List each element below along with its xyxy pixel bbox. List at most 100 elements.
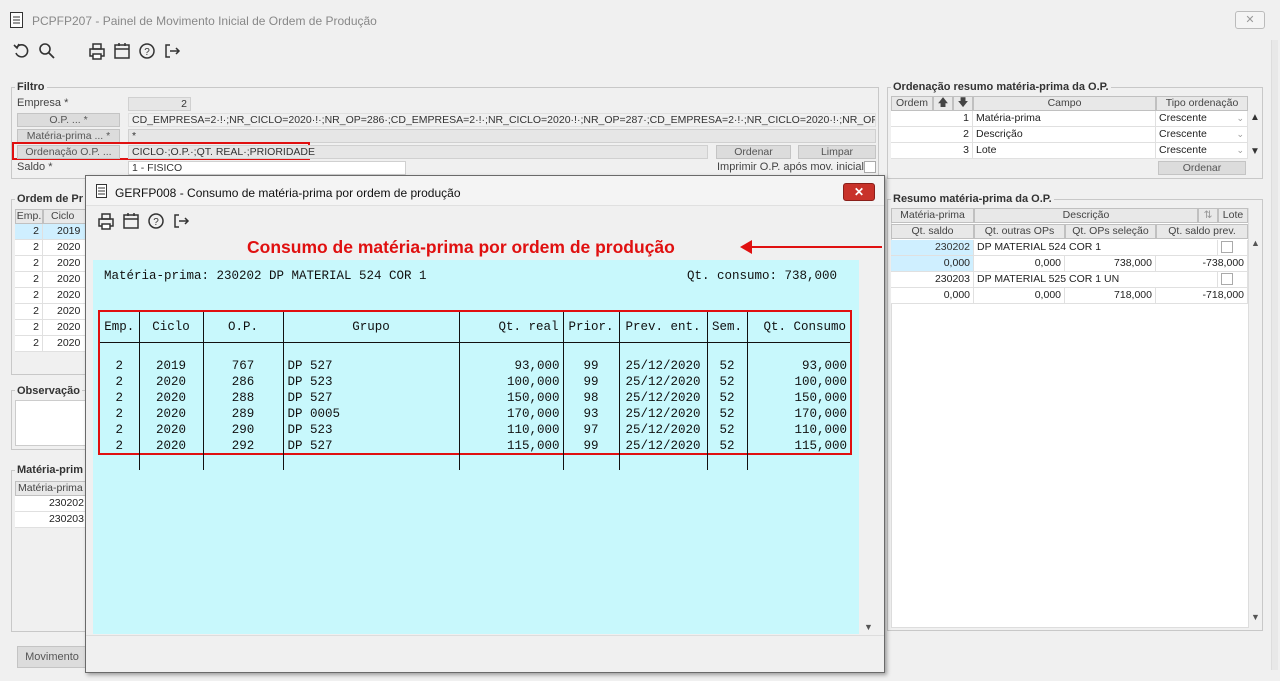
- table-row[interactable]: 2 2020 286 DP 523 100,000 99 25/12/2020 52 100,0…: [100, 374, 850, 390]
- op-grid-cell-emp: 2: [15, 320, 43, 336]
- scroll-up-icon[interactable]: ▲: [1250, 112, 1260, 123]
- resumo-header-outras[interactable]: Qt. outras OPs: [974, 224, 1065, 239]
- resumo-header-mp[interactable]: Matéria-prima: [891, 208, 974, 223]
- mp-left-row[interactable]: 230203: [15, 512, 87, 528]
- table-row[interactable]: 230203 DP MATERIAL 525 COR 1 UN: [891, 272, 1248, 288]
- resumo-header-lote[interactable]: Lote: [1218, 208, 1248, 223]
- window-title: PCPFP207 - Painel de Movimento Inicial d…: [32, 14, 377, 28]
- ord-resumo-header-ordem[interactable]: Ordem: [891, 96, 933, 111]
- chevron-down-icon[interactable]: ▼: [864, 622, 873, 632]
- table-row[interactable]: 230202 DP MATERIAL 524 COR 1: [891, 240, 1248, 256]
- refresh-icon[interactable]: [12, 41, 32, 61]
- movimento-button[interactable]: Movimento: [17, 646, 87, 668]
- window-scrollbar[interactable]: [1271, 40, 1278, 670]
- scroll-down-icon[interactable]: ▼: [1250, 146, 1260, 157]
- ord-resumo-ordenar-button[interactable]: Ordenar: [1158, 161, 1246, 175]
- imprimir-checkbox[interactable]: [864, 161, 876, 173]
- report-header-cell[interactable]: Ciclo: [139, 312, 204, 343]
- mp-left-header[interactable]: Matéria-prima: [15, 481, 87, 496]
- spacer-cell: [139, 342, 204, 358]
- report-header-cell[interactable]: Sem.: [707, 312, 748, 343]
- spacer-cell: [203, 342, 284, 358]
- spacer-cell: [459, 454, 564, 470]
- ordenar-button[interactable]: Ordenar: [716, 145, 791, 159]
- op-grid-cell-ciclo: 2020: [43, 272, 87, 288]
- report-header-cell[interactable]: Prior.: [563, 312, 620, 343]
- lote-checkbox[interactable]: [1221, 241, 1233, 253]
- table-row[interactable]: 0,000 0,000 718,000 -718,000: [891, 288, 1248, 304]
- observacao-textarea[interactable]: [15, 400, 87, 446]
- table-row[interactable]: 2 2020 290 DP 523 110,000 97 25/12/2020 52 110,0…: [100, 422, 850, 438]
- table-row[interactable]: 2 2020: [15, 256, 87, 272]
- print-icon[interactable]: [96, 211, 116, 231]
- op-grid-header-ciclo[interactable]: Ciclo: [43, 209, 87, 224]
- report-header-cell[interactable]: O.P.: [203, 312, 284, 343]
- report-scrollbar[interactable]: [859, 260, 876, 634]
- table-row[interactable]: 2 2020 289 DP 0005 170,000 93 25/12/2020 52 170,…: [100, 406, 850, 422]
- lote-checkbox[interactable]: [1221, 273, 1233, 285]
- materia-prima-field[interactable]: *: [128, 129, 876, 143]
- search-icon[interactable]: [37, 41, 57, 61]
- report-header-cell[interactable]: Grupo: [283, 312, 460, 343]
- table-row[interactable]: 0,000 0,000 738,000 -738,000: [891, 256, 1248, 272]
- exit-icon[interactable]: [171, 211, 191, 231]
- help-icon[interactable]: ?: [146, 211, 166, 231]
- ordenacao-field[interactable]: CICLO·;O.P.·;QT. REAL·;PRIORIDADE: [128, 145, 708, 159]
- table-row[interactable]: 2 Descrição Crescente ⌄: [891, 127, 1248, 143]
- ord-resumo-tipo-select[interactable]: Crescente ⌄: [1156, 127, 1248, 143]
- resumo-header-sort[interactable]: ⇅: [1198, 208, 1218, 223]
- print-icon[interactable]: [87, 41, 107, 61]
- ord-resumo-tipo-select[interactable]: Crescente ⌄: [1156, 143, 1248, 159]
- calendar-icon[interactable]: [121, 211, 141, 231]
- saldo-select[interactable]: 1 - FISICO: [128, 161, 406, 175]
- resumo-header-selecao[interactable]: Qt. OPs seleção: [1065, 224, 1156, 239]
- table-row[interactable]: 2 2019: [15, 224, 87, 240]
- table-row[interactable]: 2 2020: [15, 336, 87, 352]
- table-row[interactable]: 2 2020: [15, 288, 87, 304]
- resumo-cell-saldo: 0,000: [891, 256, 974, 272]
- table-row[interactable]: 2 2020: [15, 272, 87, 288]
- table-row[interactable]: 2 2019 767 DP 527 93,000 99 25/12/2020 52 93,000: [100, 358, 850, 374]
- sort-down-icon[interactable]: 🡇: [953, 96, 973, 111]
- ord-resumo-header-campo[interactable]: Campo: [973, 96, 1156, 111]
- report-header-cell[interactable]: Qt. Consumo: [747, 312, 850, 343]
- ord-resumo-cell-ordem: 1: [891, 111, 973, 127]
- window-close-button[interactable]: ✕: [1235, 11, 1265, 29]
- ord-resumo-tipo-select[interactable]: Crescente ⌄: [1156, 111, 1248, 127]
- calendar-icon[interactable]: [112, 41, 132, 61]
- resumo-header-descricao[interactable]: Descrição: [974, 208, 1198, 223]
- table-row[interactable]: 1 Matéria-prima Crescente ⌄: [891, 111, 1248, 127]
- op-grid-header-emp[interactable]: Emp.: [15, 209, 43, 224]
- report-cell: DP 523: [283, 374, 460, 390]
- scroll-down-icon[interactable]: ▼: [1251, 612, 1260, 622]
- limpar-button[interactable]: Limpar: [798, 145, 876, 159]
- report-mp-line: Matéria-prima: 230202 DP MATERIAL 524 CO…: [104, 269, 427, 283]
- exit-icon[interactable]: [162, 41, 182, 61]
- ordenacao-button[interactable]: Ordenação O.P. ...: [17, 145, 120, 159]
- op-grid-cell-emp: 2: [15, 288, 43, 304]
- table-row[interactable]: 2 2020 292 DP 527 115,000 99 25/12/2020 52 115,0…: [100, 438, 850, 454]
- report-header-cell[interactable]: Qt. real: [459, 312, 564, 343]
- table-row[interactable]: 2 2020: [15, 304, 87, 320]
- sort-up-icon[interactable]: 🡅: [933, 96, 953, 111]
- report-header-cell[interactable]: Emp.: [100, 312, 140, 343]
- op-field[interactable]: CD_EMPRESA=2·!·;NR_CICLO=2020·!·;NR_OP=2…: [128, 113, 876, 127]
- table-row[interactable]: 2 2020: [15, 240, 87, 256]
- table-row[interactable]: 2 2020 288 DP 527 150,000 98 25/12/2020 52 150,0…: [100, 390, 850, 406]
- resumo-cell-descricao: DP MATERIAL 524 COR 1: [974, 240, 1218, 256]
- table-row[interactable]: 3 Lote Crescente ⌄: [891, 143, 1248, 159]
- ord-resumo-header-tipo[interactable]: Tipo ordenação: [1156, 96, 1248, 111]
- resumo-header-saldo[interactable]: Qt. saldo: [891, 224, 974, 239]
- dialog-close-button[interactable]: ✕: [843, 183, 875, 201]
- mp-left-row[interactable]: 230202: [15, 496, 87, 512]
- empresa-field[interactable]: 2: [128, 97, 191, 111]
- materia-prima-button[interactable]: Matéria-prima ... *: [17, 129, 120, 143]
- spacer-cell: [747, 342, 850, 358]
- op-button[interactable]: O.P. ... *: [17, 113, 120, 127]
- report-table-box: Emp. Ciclo O.P. Grupo Qt. real Prior. Prev. en…: [98, 310, 852, 470]
- resumo-header-saldo-prev[interactable]: Qt. saldo prev.: [1156, 224, 1248, 239]
- help-icon[interactable]: ?: [137, 41, 157, 61]
- table-row[interactable]: 2 2020: [15, 320, 87, 336]
- report-header-cell[interactable]: Prev. ent.: [619, 312, 708, 343]
- scroll-up-icon[interactable]: ▲: [1251, 238, 1260, 248]
